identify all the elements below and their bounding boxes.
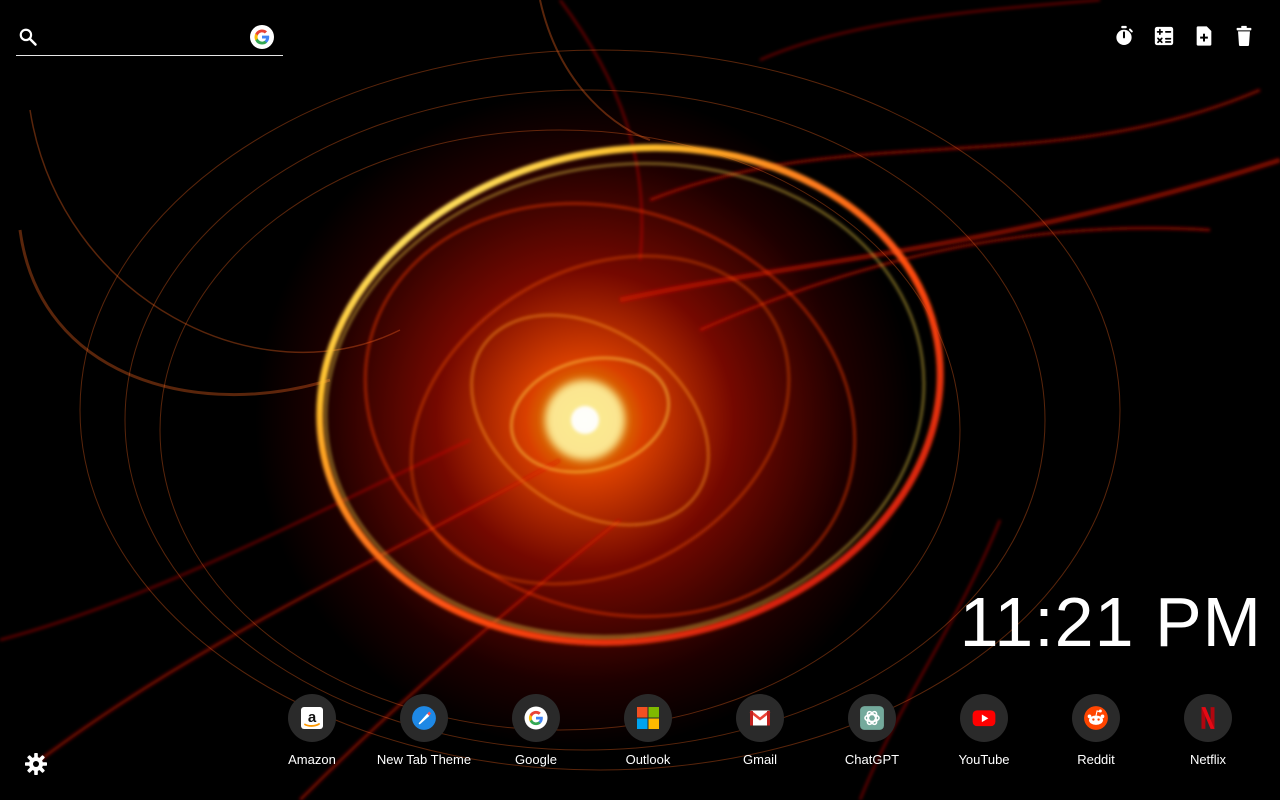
shortcut-label: Amazon: [288, 752, 336, 767]
add-note-icon[interactable]: [1192, 24, 1216, 48]
stopwatch-icon[interactable]: [1112, 24, 1136, 48]
gear-icon[interactable]: [24, 752, 48, 776]
shortcut-label: ChatGPT: [844, 752, 900, 767]
calculator-icon[interactable]: [1152, 24, 1176, 48]
shortcut-label: Reddit: [1077, 752, 1115, 767]
outlook-icon: [637, 707, 659, 729]
reddit-icon: [1084, 706, 1108, 730]
netflix-icon: [1201, 707, 1215, 729]
shortcut-label: YouTube: [958, 752, 1010, 767]
shortcut-reddit[interactable]: Reddit: [1040, 694, 1152, 774]
shortcut-tile[interactable]: [1072, 694, 1120, 742]
search-bar[interactable]: [16, 20, 283, 56]
svg-text:a: a: [308, 709, 317, 726]
shortcut-label: Google: [515, 752, 557, 767]
shortcut-new-tab-theme[interactable]: New Tab Theme: [368, 694, 480, 774]
shortcut-tile[interactable]: [736, 694, 784, 742]
google-icon: [524, 706, 548, 730]
background-wallpaper: [0, 0, 1280, 800]
shortcut-tile[interactable]: a: [288, 694, 336, 742]
search-input[interactable]: [48, 24, 248, 52]
shortcut-amazon[interactable]: a Amazon: [256, 694, 368, 774]
shortcut-label: Outlook: [625, 752, 671, 767]
shortcut-tile[interactable]: [624, 694, 672, 742]
shortcut-label: Netflix: [1189, 752, 1227, 767]
shortcut-tile[interactable]: [848, 694, 896, 742]
new-tab-theme-icon: [412, 706, 436, 730]
shortcut-tile[interactable]: [960, 694, 1008, 742]
shortcut-tile[interactable]: [1184, 694, 1232, 742]
amazon-icon: a: [301, 707, 323, 729]
shortcut-label: New Tab Theme: [376, 752, 472, 767]
search-icon[interactable]: [18, 27, 38, 47]
top-toolbar: [1112, 24, 1256, 48]
shortcut-outlook[interactable]: Outlook: [592, 694, 704, 774]
google-g-icon[interactable]: [250, 25, 274, 49]
shortcut-label: Gmail: [743, 752, 777, 767]
shortcut-google[interactable]: Google: [480, 694, 592, 774]
shortcut-tile[interactable]: [512, 694, 560, 742]
new-tab-page: 11:21 PM a Amazon New Tab Theme Google O…: [0, 0, 1280, 800]
shortcuts-bar: a Amazon New Tab Theme Google Outlook Gm…: [256, 694, 1264, 774]
shortcut-chatgpt[interactable]: ChatGPT: [816, 694, 928, 774]
chatgpt-icon: [860, 706, 884, 730]
clock-time: 11:21 PM: [959, 583, 1262, 661]
shortcut-gmail[interactable]: Gmail: [704, 694, 816, 774]
shortcut-tile[interactable]: [400, 694, 448, 742]
shortcut-netflix[interactable]: Netflix: [1152, 694, 1264, 774]
youtube-icon: [972, 710, 996, 727]
shortcut-youtube[interactable]: YouTube: [928, 694, 1040, 774]
gmail-icon: [749, 710, 771, 726]
trash-icon[interactable]: [1232, 24, 1256, 48]
